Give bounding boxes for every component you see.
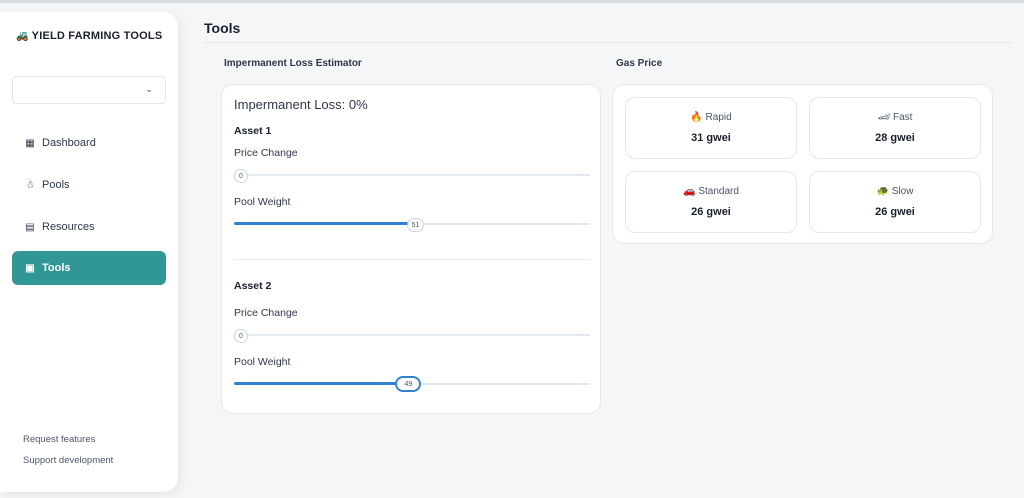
asset-1-price-slider[interactable]: 0 bbox=[234, 169, 590, 183]
il-section-title: Impermanent Loss Estimator bbox=[224, 58, 362, 69]
support-development-link[interactable]: Support development bbox=[23, 455, 113, 466]
gas-tile-rapid: 🔥 Rapid 31 gwei bbox=[625, 97, 797, 159]
fire-icon: 🔥 bbox=[690, 112, 703, 123]
slider-thumb[interactable]: 51 bbox=[406, 218, 425, 232]
page-title: Tools bbox=[204, 20, 241, 36]
gas-section-title: Gas Price bbox=[616, 58, 663, 69]
asset-2-price-label: Price Change bbox=[234, 307, 298, 319]
gas-value-slow: 26 gwei bbox=[875, 206, 915, 218]
brand-title: YIELD FARMING TOOLS bbox=[31, 30, 163, 42]
resources-icon: ▤ bbox=[25, 221, 35, 233]
brand: 🚜 YIELD FARMING TOOLS bbox=[16, 30, 162, 42]
turtle-icon: 🐢 bbox=[876, 186, 889, 197]
chevron-down-icon: ⌄ bbox=[145, 84, 153, 94]
sidebar-item-dashboard[interactable]: ▦ Dashboard bbox=[12, 126, 166, 160]
gas-value-fast: 28 gwei bbox=[875, 132, 915, 144]
gas-tile-standard: 🚗 Standard 26 gwei bbox=[625, 171, 797, 233]
toolbox-icon: ▣ bbox=[25, 262, 35, 274]
slider-thumb[interactable]: 49 bbox=[395, 376, 422, 392]
dashboard-icon: ▦ bbox=[25, 137, 35, 149]
asset-2-title: Asset 2 bbox=[234, 280, 272, 292]
gas-tile-fast: 🏎 Fast 28 gwei bbox=[809, 97, 981, 159]
car-icon: 🚗 bbox=[683, 186, 696, 197]
asset-1-weight-label: Pool Weight bbox=[234, 196, 291, 208]
sidebar-item-label: Dashboard bbox=[42, 137, 96, 149]
sidebar-item-label: Tools bbox=[42, 262, 71, 274]
sidebar: 🚜 YIELD FARMING TOOLS ⌄ ▦ Dashboard ☃ Po… bbox=[0, 12, 178, 492]
sidebar-item-tools[interactable]: ▣ Tools bbox=[12, 251, 166, 285]
pools-icon: ☃ bbox=[25, 179, 35, 191]
gas-label-rapid: Rapid bbox=[705, 112, 732, 123]
asset-1-weight-slider[interactable]: 51 bbox=[234, 218, 590, 232]
il-result: Impermanent Loss: 0% bbox=[234, 97, 368, 112]
gas-tile-slow: 🐢 Slow 26 gwei bbox=[809, 171, 981, 233]
slider-thumb[interactable]: 0 bbox=[234, 169, 248, 183]
gas-card: 🔥 Rapid 31 gwei 🏎 Fast 28 gwei 🚗 Standar… bbox=[612, 84, 993, 244]
tractor-icon: 🚜 bbox=[16, 30, 29, 42]
gas-label-slow: Slow bbox=[891, 186, 914, 197]
slider-thumb[interactable]: 0 bbox=[234, 329, 248, 343]
sidebar-item-pools[interactable]: ☃ Pools bbox=[12, 168, 166, 202]
network-select[interactable]: ⌄ bbox=[12, 76, 166, 104]
gas-label-fast: Fast bbox=[893, 112, 913, 123]
gas-value-rapid: 31 gwei bbox=[691, 132, 731, 144]
asset-2-price-slider[interactable]: 0 bbox=[234, 329, 590, 343]
request-features-link[interactable]: Request features bbox=[23, 434, 95, 445]
sidebar-item-label: Pools bbox=[42, 179, 70, 191]
race-car-icon: 🏎 bbox=[877, 112, 891, 123]
gas-label-standard: Standard bbox=[698, 186, 739, 197]
gas-value-standard: 26 gwei bbox=[691, 206, 731, 218]
asset-2-weight-label: Pool Weight bbox=[234, 356, 291, 368]
asset-1-title: Asset 1 bbox=[234, 125, 272, 137]
asset-divider bbox=[234, 259, 590, 260]
il-card: Impermanent Loss: 0% Asset 1 Price Chang… bbox=[221, 84, 601, 414]
sidebar-item-label: Resources bbox=[42, 221, 95, 233]
asset-1-price-label: Price Change bbox=[234, 147, 298, 159]
top-border bbox=[0, 0, 1024, 3]
asset-2-weight-slider[interactable]: 49 bbox=[234, 376, 590, 392]
header-divider bbox=[204, 42, 1012, 43]
sidebar-item-resources[interactable]: ▤ Resources bbox=[12, 210, 166, 244]
